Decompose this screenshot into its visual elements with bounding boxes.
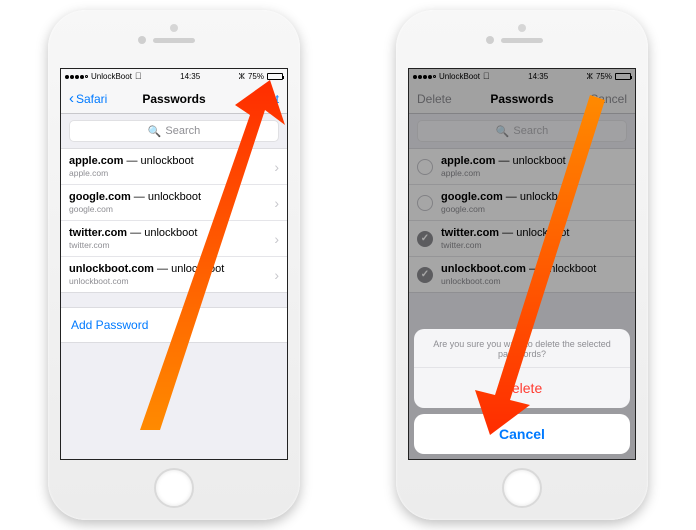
search-input[interactable]: 🔍 Search	[69, 120, 279, 142]
list-item[interactable]: google.com — unlockboot google.com ›	[61, 185, 287, 221]
screen-right: UnlockBoot 􀙇 14:35 ⵣ 75% Delete Password…	[408, 68, 636, 460]
chevron-left-icon: ‹	[69, 91, 74, 106]
speaker	[501, 38, 543, 43]
search-placeholder: Search	[165, 125, 200, 137]
iphone-left: UnlockBoot 􀙇 14:35 ⵣ 75% ‹ Safari Passwo…	[48, 10, 300, 520]
action-sheet: Are you sure you want to delete the sele…	[414, 329, 630, 454]
status-bar: UnlockBoot 􀙇 14:35 ⵣ 75%	[61, 69, 287, 84]
chevron-right-icon: ›	[274, 159, 279, 175]
back-label: Safari	[76, 92, 107, 106]
add-password-button[interactable]: Add Password	[61, 307, 287, 343]
battery-icon	[267, 73, 283, 80]
list-item[interactable]: apple.com — unlockboot apple.com ›	[61, 149, 287, 185]
speaker	[153, 38, 195, 43]
chevron-right-icon: ›	[274, 231, 279, 247]
home-button[interactable]	[154, 468, 194, 508]
wifi-icon: 􀙇	[135, 72, 142, 81]
search-icon: 🔍	[148, 125, 162, 138]
chevron-right-icon: ›	[274, 195, 279, 211]
sensor	[170, 24, 178, 32]
sensor	[518, 24, 526, 32]
signal-dots-icon	[65, 75, 88, 79]
edit-button[interactable]: Edit	[258, 92, 279, 106]
sheet-delete-button[interactable]: Delete	[414, 368, 630, 408]
front-camera	[486, 36, 494, 44]
nav-bar: ‹ Safari Passwords Edit	[61, 84, 287, 114]
password-list: apple.com — unlockboot apple.com › googl…	[61, 148, 287, 293]
sheet-message: Are you sure you want to delete the sele…	[414, 329, 630, 368]
chevron-right-icon: ›	[274, 267, 279, 283]
back-button[interactable]: ‹ Safari	[69, 91, 107, 106]
battery-pct: 75%	[248, 72, 264, 81]
sheet-cancel-button[interactable]: Cancel	[414, 414, 630, 454]
list-item[interactable]: unlockboot.com — unlockboot unlockboot.c…	[61, 257, 287, 292]
list-item[interactable]: twitter.com — unlockboot twitter.com ›	[61, 221, 287, 257]
bluetooth-icon: ⵣ	[239, 72, 245, 81]
carrier-label: UnlockBoot	[91, 72, 132, 81]
screen-left: UnlockBoot 􀙇 14:35 ⵣ 75% ‹ Safari Passwo…	[60, 68, 288, 460]
clock: 14:35	[180, 72, 200, 81]
front-camera	[138, 36, 146, 44]
iphone-right: UnlockBoot 􀙇 14:35 ⵣ 75% Delete Password…	[396, 10, 648, 520]
home-button[interactable]	[502, 468, 542, 508]
